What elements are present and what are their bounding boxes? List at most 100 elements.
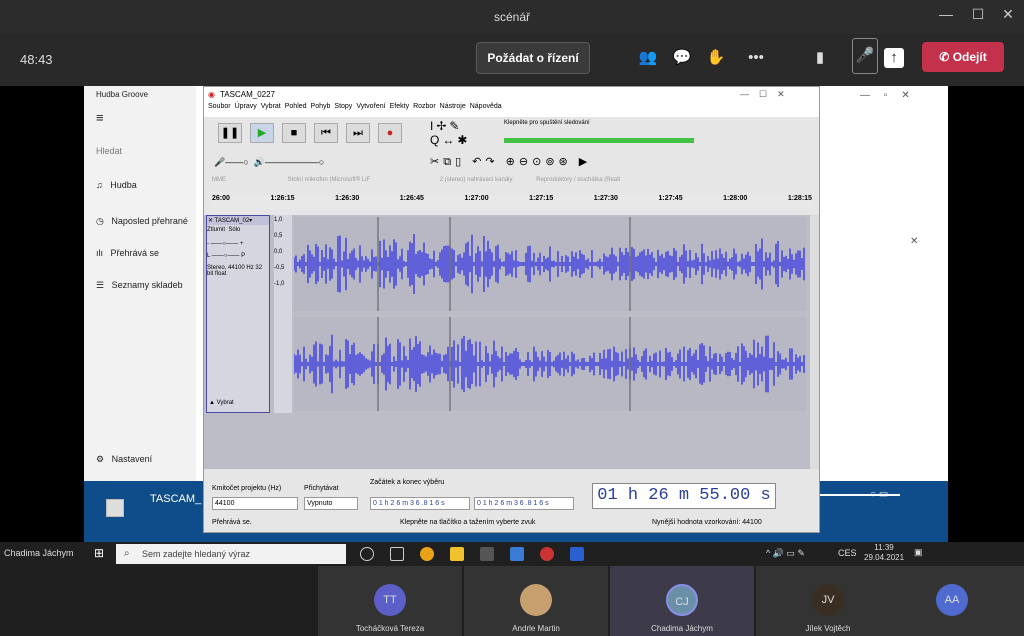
clock[interactable]: 11:39 29.04.2021 <box>864 543 904 563</box>
menu-item[interactable]: Efekty <box>390 103 409 110</box>
menu-item[interactable]: Vytvoření <box>356 103 385 110</box>
select-label: Vybrat <box>216 400 234 406</box>
participant-tile[interactable]: AA <box>880 566 1024 636</box>
menu-item[interactable]: Vybrat <box>261 103 281 110</box>
tools-icon[interactable]: I✢✎ Q↔✱ <box>430 119 470 147</box>
scale-label: -1,0 <box>274 281 285 287</box>
share-icon[interactable]: ↑ <box>884 48 904 68</box>
language-indicator[interactable]: CES <box>838 548 857 558</box>
app-icon[interactable] <box>480 547 494 561</box>
record-button[interactable]: ● <box>378 123 402 143</box>
participant-tile[interactable]: JV Jílek Vojtěch <box>756 566 900 636</box>
avatar: TT <box>374 584 406 616</box>
menu-item[interactable]: Nástroje <box>440 103 466 110</box>
dismiss-icon[interactable]: ✕ <box>910 236 918 247</box>
participant-tile[interactable]: Andrle Martin <box>464 566 608 636</box>
nav-settings[interactable]: ⚙ Nastavení <box>96 454 152 465</box>
player-controls-icon[interactable]: ○ ▭ ··· <box>870 489 901 500</box>
groove-search[interactable]: Hledat <box>96 146 122 156</box>
nav-label: Seznamy skladeb <box>111 280 183 290</box>
teams-icon[interactable] <box>510 547 524 561</box>
menu-item[interactable]: Pohyb <box>311 103 331 110</box>
nav-playlists[interactable]: ☰ Seznamy skladeb <box>96 280 183 291</box>
waveform-left[interactable] <box>294 217 806 311</box>
selection-end[interactable]: 0 1 h 2 6 m 3 6 .8 1 6 s <box>474 497 574 510</box>
menu-item[interactable]: Stopy <box>334 103 352 110</box>
close-icon[interactable]: ✕ <box>996 6 1020 23</box>
channels-select[interactable]: 2 (stereo) nahrávací kanály <box>440 177 513 183</box>
play-button[interactable]: ▶ <box>250 123 274 143</box>
notifications-icon[interactable]: ▣ <box>914 547 923 558</box>
edit-tools-icon[interactable]: ✂⧉▯ ↶↷ ⊕⊖⊙⊚⊛ ▶ <box>430 155 591 169</box>
meeting-toolbar: 48:43 Požádat o řízení 👥 💬 ✋ ••• ▮ 🎤 ↑ ✆… <box>0 34 1024 86</box>
nav-label: Nastavení <box>111 454 153 464</box>
selection-start[interactable]: 0 1 h 2 6 m 3 6 .8 1 6 s <box>370 497 470 510</box>
audacity-icon[interactable] <box>570 547 584 561</box>
track-area: ✕ TASCAM_02▾ Ztlumit Sólo - ——○—— + L ——… <box>204 215 819 469</box>
output-device-select[interactable]: Reproduktory / sluchátka (Realt <box>536 177 620 183</box>
select-button[interactable]: ▲ Vybrat <box>209 400 234 406</box>
volume-sliders-icon[interactable]: 🎤——○ 🔊——————○ <box>214 157 324 168</box>
more-icon[interactable]: ••• <box>744 46 768 70</box>
windows-start-icon[interactable]: ⊞ <box>94 546 104 560</box>
leave-button[interactable]: ✆ Odejít <box>922 42 1004 72</box>
skip-start-button[interactable]: ⏮ <box>314 123 338 143</box>
audacity-window-controls-icon[interactable]: — ☐ ✕ <box>740 89 785 100</box>
menu-item[interactable]: Soubor <box>208 103 231 110</box>
chrome-icon[interactable] <box>420 547 434 561</box>
tray-icons[interactable]: ^ 🔊 ▭ ✎ <box>766 548 805 559</box>
mute-button[interactable]: Ztlumit <box>207 227 225 233</box>
rate-label: Kmitočet projektu (Hz) <box>212 485 282 492</box>
pause-button[interactable]: ❚❚ <box>218 123 242 143</box>
host-select[interactable]: MME <box>212 177 226 183</box>
tick-label: 1:27:45 <box>658 195 683 202</box>
cortana-icon[interactable] <box>360 547 374 561</box>
nav-hudba[interactable]: ♫ Hudba <box>96 180 137 190</box>
nav-now-playing[interactable]: ılı Přehrává se <box>96 248 159 258</box>
track-name-label: TASCAM_02 <box>214 218 250 224</box>
rate-select[interactable]: 44100 <box>212 497 298 510</box>
gain-slider[interactable]: - ——○—— + <box>207 241 269 247</box>
maximize-icon[interactable]: ☐ <box>966 6 990 23</box>
participant-tile-active[interactable]: CJ Chadima Jáchym <box>610 566 754 636</box>
vertical-scrollbar[interactable] <box>810 215 819 469</box>
menu-item[interactable]: Úpravy <box>235 103 257 110</box>
groove-minimize-icon[interactable]: — ▫ ✕ <box>860 90 910 101</box>
mic-off-icon[interactable]: 🎤 <box>852 38 878 74</box>
menu-item[interactable]: Rozbor <box>413 103 436 110</box>
chat-icon[interactable]: 💬 <box>670 46 694 70</box>
menu-item[interactable]: Pohled <box>285 103 307 110</box>
waveform-right[interactable] <box>294 317 806 411</box>
snap-select[interactable]: Vypnuto <box>304 497 358 510</box>
position-display[interactable]: 01 h 26 m 55.00 s <box>592 483 776 509</box>
reactions-icon[interactable]: ✋ <box>704 46 728 70</box>
participants-icon[interactable]: 👥 <box>636 46 660 70</box>
taskbar-search[interactable]: ⌕ Sem zadejte hledaný výraz <box>116 544 346 564</box>
skip-end-button[interactable]: ⏭ <box>346 123 370 143</box>
request-control-button[interactable]: Požádat o řízení <box>476 42 590 74</box>
track-name[interactable]: ✕ TASCAM_02▾ <box>207 216 269 225</box>
stop-button[interactable]: ■ <box>282 123 306 143</box>
input-device-select[interactable]: Stolní mikrofon (Microsoft® LiF <box>288 177 370 183</box>
camera-off-icon[interactable]: ▮ <box>808 46 832 70</box>
hamburger-icon[interactable]: ≡ <box>96 110 104 125</box>
menu-item[interactable]: Nápověda <box>470 103 502 110</box>
minimize-icon[interactable]: — <box>934 6 958 22</box>
participant-name: Jílek Vojtěch <box>805 624 851 633</box>
scale-label: -0,5 <box>274 265 285 271</box>
tick-label: 1:27:30 <box>593 195 618 202</box>
nav-recent[interactable]: ◷ Naposled přehrané <box>96 216 188 227</box>
task-view-icon[interactable] <box>390 547 404 561</box>
explorer-icon[interactable] <box>450 547 464 561</box>
sharer-name: Chadima Jáchym <box>4 548 74 558</box>
window-titlebar: scénář — ☐ ✕ <box>0 0 1024 34</box>
avatar: CJ <box>666 584 698 616</box>
pan-slider[interactable]: L ——○—— P <box>207 253 269 259</box>
timeline-ruler[interactable]: 26:00 1:26:15 1:26:30 1:26:45 1:27:00 1:… <box>212 195 812 209</box>
windows-taskbar: Chadima Jáchym ⊞ ⌕ Sem zadejte hledaný vý… <box>0 542 1024 566</box>
pan-right: P <box>241 253 246 259</box>
meter-hint[interactable]: Klepněte pro spuštění sledování <box>504 120 704 126</box>
solo-button[interactable]: Sólo <box>228 227 240 233</box>
groove-icon[interactable] <box>540 547 554 561</box>
participant-tile[interactable]: TT Tocháčková Tereza <box>318 566 462 636</box>
